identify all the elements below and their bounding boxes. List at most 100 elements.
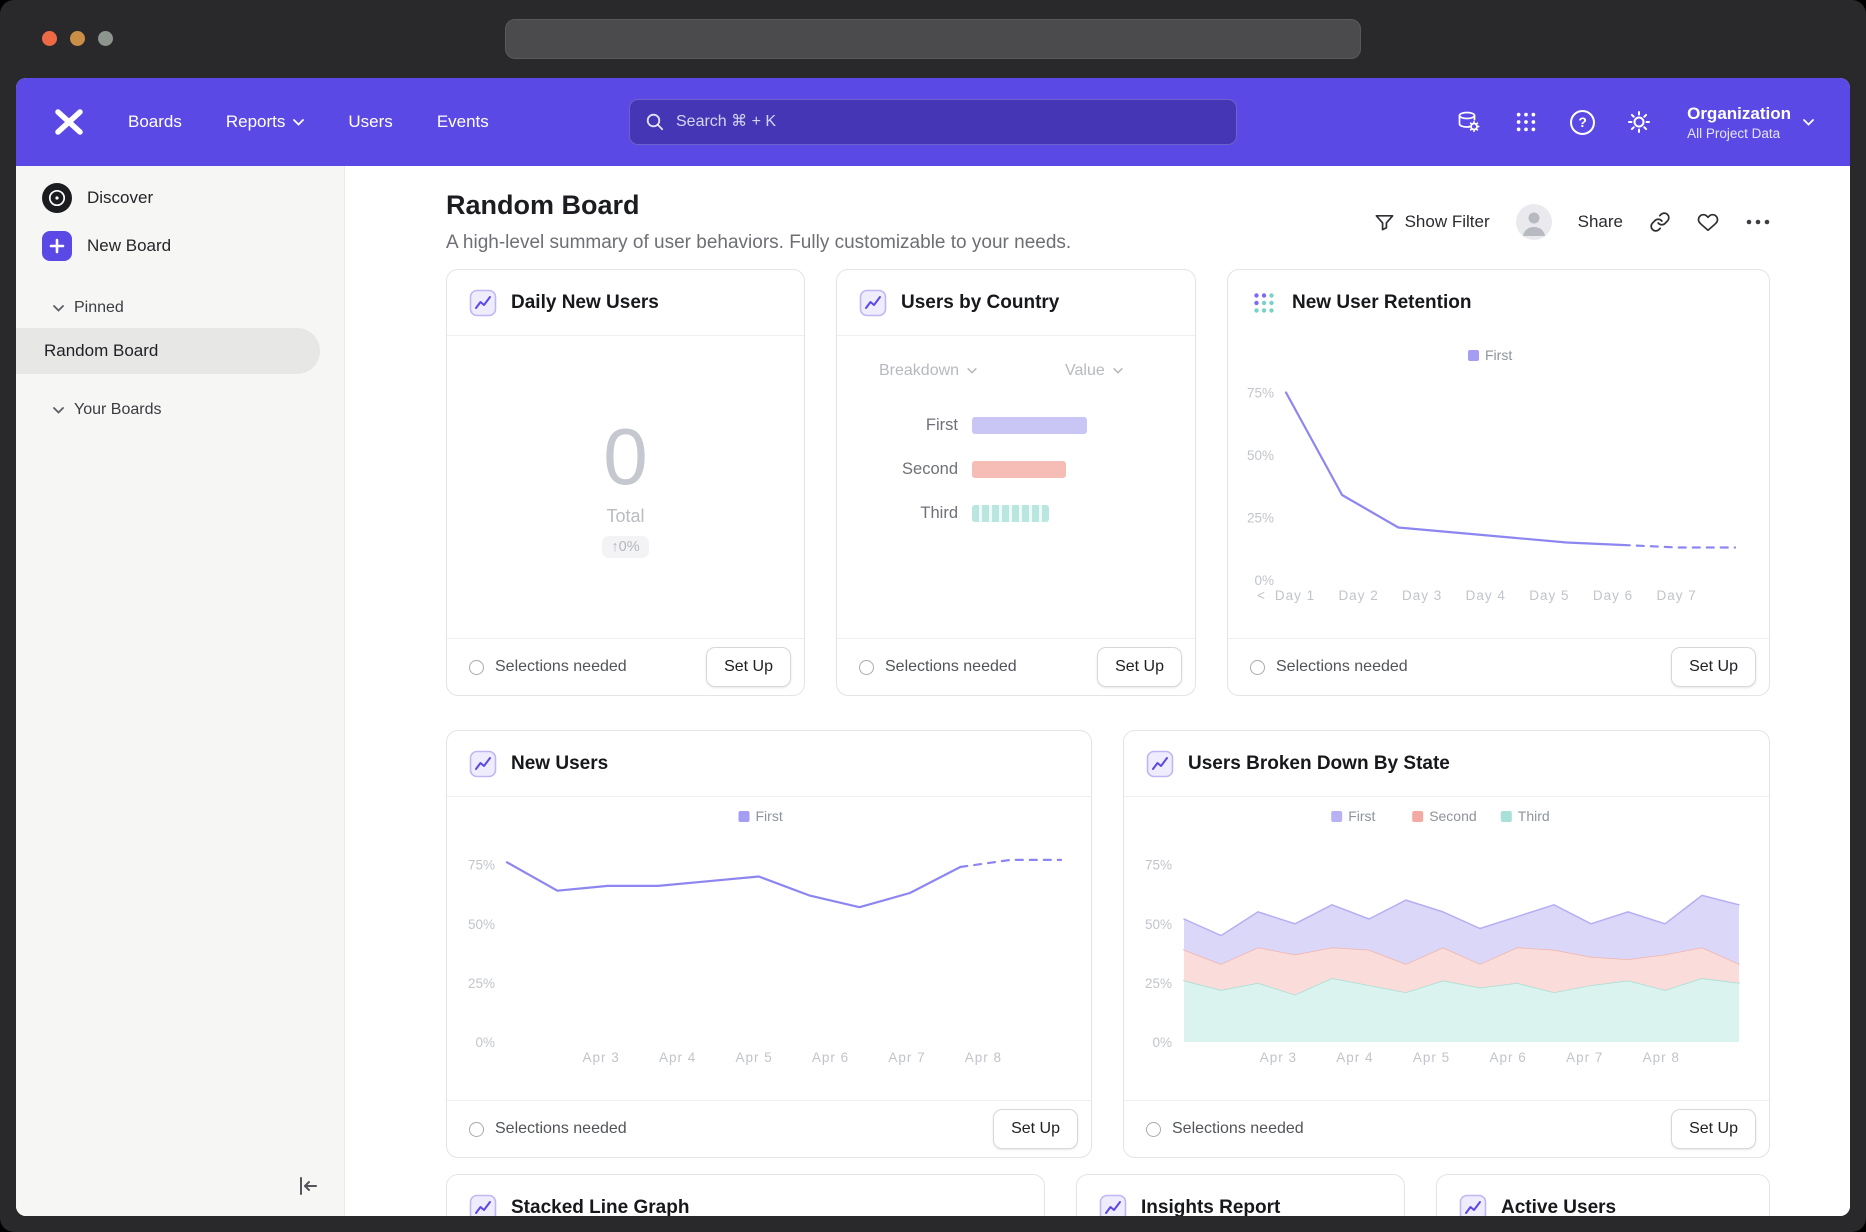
zoom-window-button[interactable] — [98, 31, 113, 46]
chevron-down-icon — [53, 305, 64, 312]
your-boards-label: Your Boards — [74, 401, 161, 419]
card-title: Daily New Users — [511, 292, 659, 314]
favorite-heart-icon[interactable] — [1697, 211, 1719, 233]
setup-button[interactable]: Set Up — [1671, 1109, 1756, 1149]
nav-reports[interactable]: Reports — [226, 112, 305, 132]
share-button[interactable]: Share — [1578, 212, 1623, 232]
breakdown-label: Breakdown — [879, 362, 959, 380]
card-header: Active Users — [1437, 1175, 1769, 1216]
stat-value: 0 — [603, 417, 648, 497]
svg-text:Day 3: Day 3 — [1402, 588, 1442, 603]
card-title: Stacked Line Graph — [511, 1197, 689, 1217]
org-name: Organization — [1687, 103, 1791, 125]
retention-grid-icon — [1250, 289, 1278, 317]
status-text: Selections needed — [495, 1120, 627, 1138]
state-stacked-area-chart: 75%50%25%0%Apr 3Apr 4Apr 5Apr 6Apr 7Apr … — [1124, 797, 1769, 1100]
nav-boards[interactable]: Boards — [128, 112, 182, 132]
line-chart-icon — [1146, 750, 1174, 778]
status-ring-icon — [469, 1122, 484, 1137]
status-text: Selections needed — [1276, 658, 1408, 676]
svg-text:Apr 4: Apr 4 — [1336, 1050, 1373, 1065]
more-options-icon[interactable] — [1745, 218, 1771, 226]
nav-events[interactable]: Events — [437, 112, 489, 132]
card-footer: Selections needed Set Up — [1124, 1100, 1769, 1157]
sidebar-item-discover[interactable]: Discover — [16, 174, 344, 222]
status-text: Selections needed — [1172, 1120, 1304, 1138]
svg-text:Apr 4: Apr 4 — [659, 1050, 696, 1065]
sidebar-item-new-board[interactable]: New Board — [16, 222, 344, 270]
card-body: 75%50%25%0%Day 1Day 2Day 3Day 4Day 5Day … — [1228, 336, 1769, 638]
status-text: Selections needed — [885, 658, 1017, 676]
country-row: Second — [837, 460, 1195, 479]
settings-gear-icon[interactable] — [1625, 108, 1653, 136]
svg-text:Apr 6: Apr 6 — [1489, 1050, 1526, 1065]
nav-events-label: Events — [437, 112, 489, 132]
line-chart-icon — [1099, 1194, 1127, 1217]
page-subtitle: A high-level summary of user behaviors. … — [446, 232, 1071, 254]
card-daily-new-users: Daily New Users 0 Total ↑0% Selections n… — [446, 269, 805, 696]
setup-button[interactable]: Set Up — [993, 1109, 1078, 1149]
help-icon[interactable]: ? — [1570, 110, 1595, 135]
avatar[interactable] — [1516, 204, 1552, 240]
card-stacked-line-graph: Stacked Line Graph — [446, 1174, 1045, 1216]
nav-reports-label: Reports — [226, 112, 286, 132]
global-search[interactable] — [629, 99, 1237, 145]
data-management-icon[interactable] — [1454, 108, 1482, 136]
setup-button[interactable]: Set Up — [1671, 647, 1756, 687]
sidebar-item-random-board[interactable]: Random Board — [16, 328, 320, 374]
country-bar-third — [972, 505, 1049, 522]
search-icon — [645, 112, 665, 132]
setup-button[interactable]: Set Up — [1097, 647, 1182, 687]
svg-text:First: First — [1485, 347, 1512, 363]
status-ring-icon — [1146, 1122, 1161, 1137]
value-label: Value — [1065, 362, 1105, 380]
svg-text:First: First — [756, 808, 783, 824]
status-ring-icon — [859, 660, 874, 675]
search-input[interactable] — [676, 113, 1221, 131]
svg-text:Second: Second — [1429, 808, 1476, 824]
setup-button[interactable]: Set Up — [706, 647, 791, 687]
retention-line-chart: 75%50%25%0%Day 1Day 2Day 3Day 4Day 5Day … — [1228, 336, 1769, 638]
svg-text:0%: 0% — [1152, 1035, 1172, 1050]
svg-text:<: < — [1257, 588, 1265, 603]
minimize-window-button[interactable] — [70, 31, 85, 46]
svg-text:First: First — [1348, 808, 1375, 824]
sidebar-section-your-boards[interactable]: Your Boards — [16, 390, 344, 430]
svg-text:Day 1: Day 1 — [1275, 588, 1315, 603]
card-header: Users by Country — [837, 270, 1195, 336]
show-filter-label: Show Filter — [1405, 212, 1490, 232]
discover-label: Discover — [87, 188, 153, 208]
apps-grid-icon[interactable] — [1512, 108, 1540, 136]
card-footer: Selections needed Set Up — [1228, 638, 1769, 695]
card-new-users: New Users 75%50%25%0%Apr 3Apr 4Apr 5Apr … — [446, 730, 1092, 1158]
mixpanel-logo-icon[interactable] — [52, 105, 86, 139]
address-bar[interactable] — [505, 19, 1361, 59]
org-switcher[interactable]: Organization All Project Data — [1687, 103, 1814, 140]
close-window-button[interactable] — [42, 31, 57, 46]
header-actions: ? Organization All Project Data — [1454, 103, 1814, 140]
svg-text:Day 5: Day 5 — [1529, 588, 1569, 603]
cards-row-2: New Users 75%50%25%0%Apr 3Apr 4Apr 5Apr … — [446, 730, 1770, 1158]
card-body: 0 Total ↑0% — [447, 336, 804, 638]
svg-text:50%: 50% — [1145, 917, 1172, 932]
svg-text:Apr 3: Apr 3 — [1260, 1050, 1297, 1065]
nav-boards-label: Boards — [128, 112, 182, 132]
new-board-label: New Board — [87, 236, 171, 256]
svg-text:Apr 8: Apr 8 — [965, 1050, 1002, 1065]
nav-users[interactable]: Users — [348, 112, 392, 132]
breakdown-dropdown[interactable]: Breakdown — [879, 362, 1065, 380]
share-label: Share — [1578, 212, 1623, 232]
app-header: Boards Reports Users Events — [16, 78, 1850, 166]
show-filter-button[interactable]: Show Filter — [1374, 212, 1490, 233]
copy-link-icon[interactable] — [1649, 211, 1671, 233]
svg-text:Day 6: Day 6 — [1593, 588, 1633, 603]
collapse-sidebar-icon[interactable] — [294, 1172, 322, 1200]
sidebar-section-pinned[interactable]: Pinned — [16, 288, 344, 328]
random-board-label: Random Board — [44, 341, 158, 361]
country-row: Third — [837, 504, 1195, 523]
svg-text:75%: 75% — [1247, 386, 1274, 401]
svg-text:0%: 0% — [475, 1035, 495, 1050]
value-dropdown[interactable]: Value — [1065, 362, 1123, 380]
filter-funnel-icon — [1374, 212, 1395, 233]
card-body: Breakdown Value — [837, 336, 1195, 638]
